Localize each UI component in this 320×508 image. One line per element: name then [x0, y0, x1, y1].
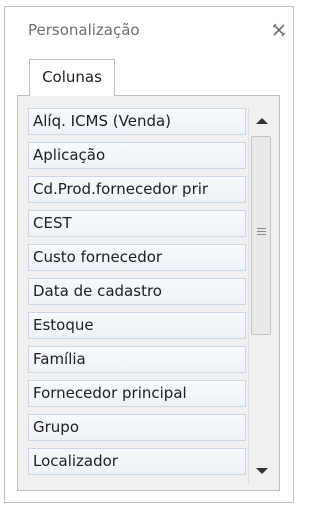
- columns-list: Alíq. ICMS (Venda) Aplicação Cd.Prod.for…: [28, 108, 246, 484]
- scrollbar-thumb[interactable]: [251, 136, 271, 335]
- list-item[interactable]: Estoque: [28, 312, 246, 339]
- list-item[interactable]: Custo fornecedor: [28, 244, 246, 271]
- list-item[interactable]: Alíq. ICMS (Venda): [28, 108, 246, 135]
- list-item[interactable]: Cd.Prod.fornecedor prir: [28, 176, 246, 203]
- chevron-up-icon[interactable]: [249, 108, 274, 134]
- chevron-down-icon[interactable]: [249, 458, 274, 484]
- list-item[interactable]: Aplicação: [28, 142, 246, 169]
- list-item[interactable]: Localizador: [28, 448, 246, 475]
- close-icon[interactable]: [270, 23, 288, 41]
- tab-colunas[interactable]: Colunas: [29, 59, 115, 96]
- list-item[interactable]: Família: [28, 346, 246, 373]
- scroll-grip-icon: [257, 228, 266, 235]
- list-item[interactable]: Data de cadastro: [28, 278, 246, 305]
- list-item[interactable]: CEST: [28, 210, 246, 237]
- panel-title: Personalização: [28, 21, 140, 39]
- list-item[interactable]: Fornecedor principal: [28, 380, 246, 407]
- list-item[interactable]: Grupo: [28, 414, 246, 441]
- vertical-scrollbar[interactable]: [248, 108, 273, 484]
